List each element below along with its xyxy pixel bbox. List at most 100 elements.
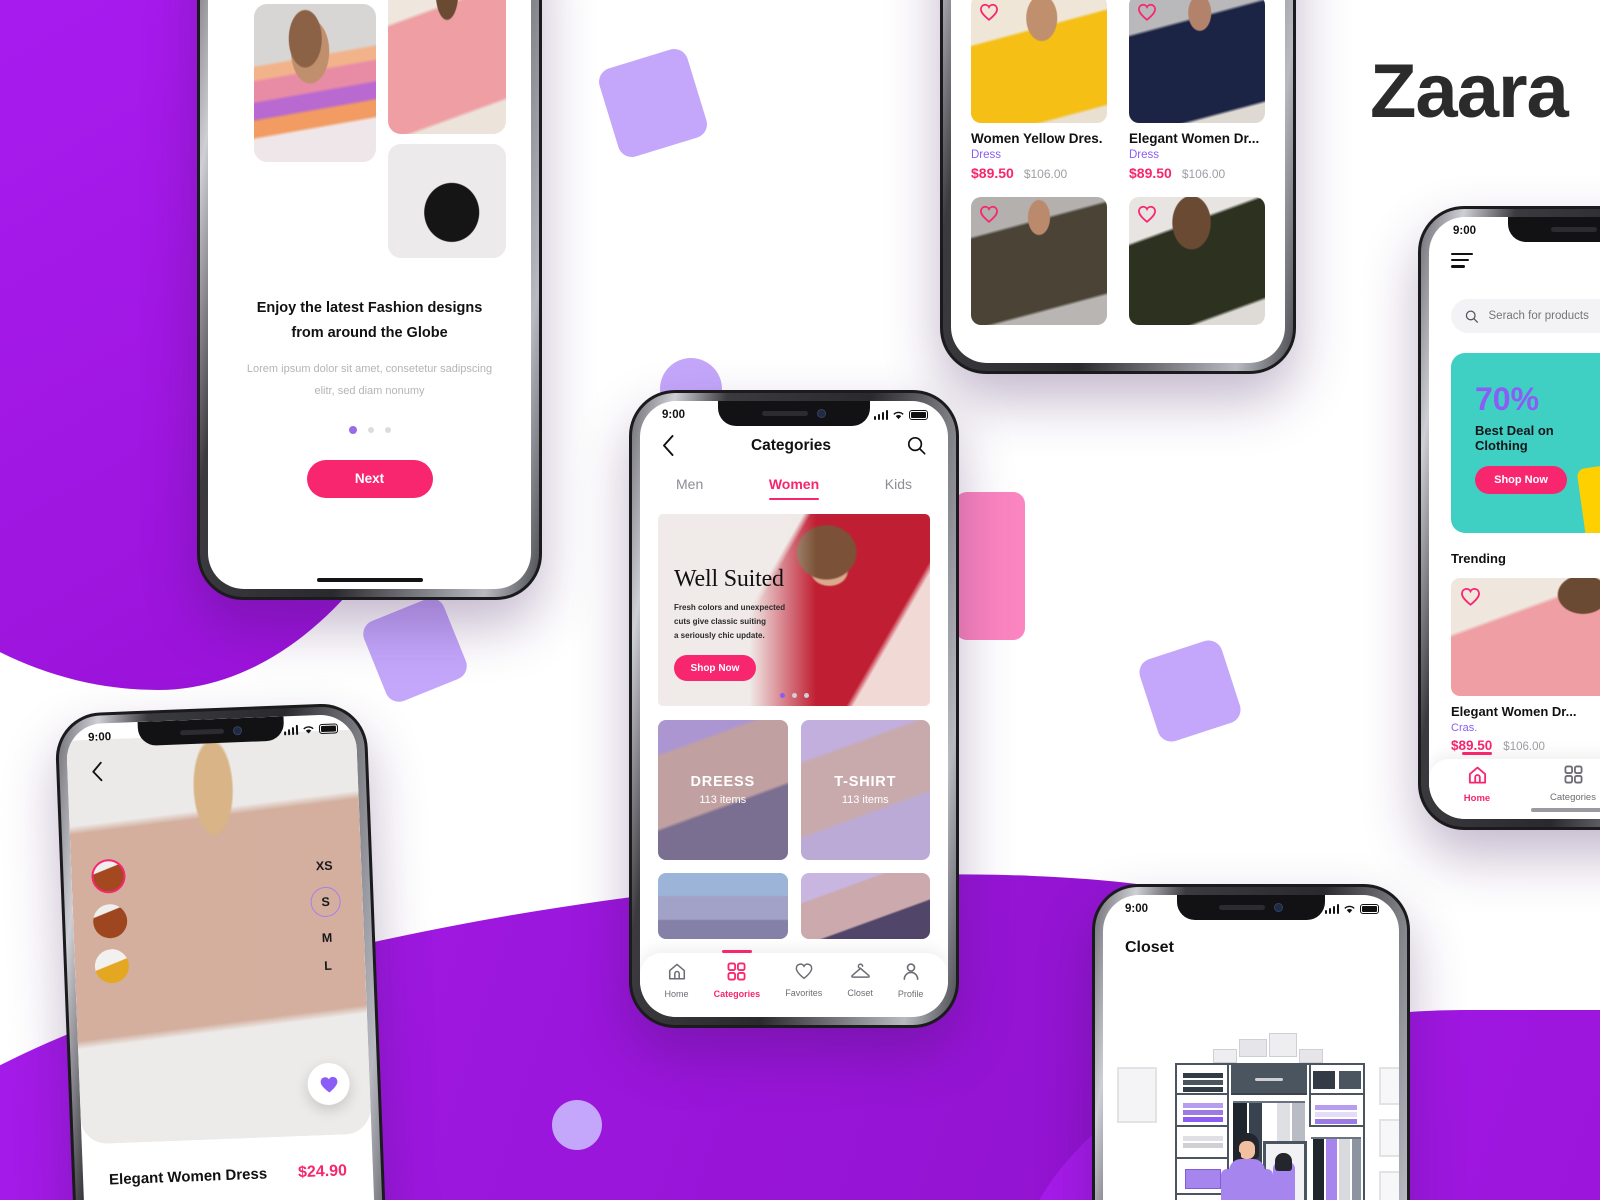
gender-tabs: Men Women Kids [640, 456, 948, 501]
pager-dot-active[interactable] [779, 693, 785, 699]
trending-card[interactable]: Elegant Women Dr... Cras. $89.50 $106.00 [1451, 578, 1600, 753]
product-card[interactable] [1129, 197, 1265, 325]
promo-card[interactable]: 70% Best Deal on Clothing Shop Now [1451, 353, 1600, 533]
detail-title-row: Elegant Women Dress $24.90 [109, 1162, 348, 1189]
heart-icon [795, 963, 813, 980]
tile-caption: DREESS 113 items [658, 720, 788, 860]
size-label: M [321, 930, 333, 946]
speaker-grille [1551, 227, 1597, 232]
promo-percent: 70% [1475, 381, 1540, 417]
onboarding-pager-dots[interactable] [208, 425, 531, 434]
product-title: Women Yellow Dres. [971, 131, 1103, 146]
category-tile-3[interactable] [658, 873, 788, 940]
favorite-icon[interactable] [1460, 587, 1481, 606]
search-input[interactable] [1488, 310, 1600, 322]
category-tile-4[interactable] [800, 873, 930, 940]
next-button[interactable]: Next [306, 459, 433, 498]
search-bar[interactable] [1451, 299, 1600, 333]
phone-categories: 9:00 Categories Men Women Kids Well Suit… [629, 390, 959, 1028]
trending-image[interactable] [1451, 578, 1600, 696]
onboarding-headline: Enjoy the latest Fashion designs from ar… [208, 296, 531, 346]
grid-icon [727, 962, 746, 980]
battery-icon [318, 723, 339, 735]
nav-item-categories[interactable]: Categories [1525, 765, 1600, 803]
nav-item-home[interactable]: Home [1429, 751, 1525, 804]
nav-item-categories[interactable]: Categories [714, 949, 760, 999]
tab-women[interactable]: Women [768, 476, 820, 501]
size-option-s-selected[interactable]: S [310, 886, 342, 918]
hanger-icon [850, 963, 870, 978]
product-image[interactable] [971, 0, 1107, 123]
storage-box-dark [1339, 1071, 1361, 1089]
nav-item-profile[interactable]: Profile [898, 962, 923, 999]
pager-dot-active[interactable] [348, 425, 357, 434]
favorite-icon[interactable] [979, 3, 999, 21]
folded-clothes-purple [1315, 1112, 1357, 1117]
product-image[interactable] [971, 197, 1107, 325]
onboarding-image-man [254, 4, 376, 162]
product-image[interactable] [1129, 0, 1265, 123]
banner-shop-now-button[interactable]: Shop Now [674, 655, 756, 682]
drawer-handle [1255, 1078, 1283, 1081]
nav-label: Home [1463, 792, 1491, 804]
trending-old-price: $106.00 [1503, 741, 1545, 753]
nav-item-favorites[interactable]: Favorites [785, 962, 822, 998]
folded-clothes-purple [1315, 1105, 1357, 1110]
page-title: Closet [1125, 939, 1174, 956]
thumbnail[interactable] [92, 903, 128, 939]
product-price: $89.50 [1129, 165, 1172, 181]
favorite-icon[interactable] [979, 205, 999, 223]
product-name: Elegant Women Dress [108, 1165, 268, 1189]
category-tile-tshirt[interactable]: T-SHIRT 113 items [800, 720, 930, 861]
chevron-left-icon[interactable] [662, 435, 675, 456]
grid-icon [1564, 765, 1582, 784]
search-icon[interactable] [907, 436, 926, 455]
status-time: 9:00 [87, 731, 112, 744]
product-card[interactable]: Elegant Women Dr... Dress $89.50 $106.00 [1129, 0, 1265, 181]
size-label: L [323, 958, 333, 974]
tile-overlay [800, 873, 930, 940]
product-card[interactable]: Women Yellow Dres. Dress $89.50 $106.00 [971, 0, 1107, 181]
thumbnail-active[interactable] [90, 858, 127, 894]
pager-dot[interactable] [791, 693, 797, 699]
tab-label: Women [768, 476, 820, 492]
size-option-m[interactable]: M [322, 931, 333, 945]
product-old-price: $106.00 [1181, 167, 1226, 181]
folded-clothes-purple [1183, 1110, 1223, 1115]
notch [1177, 895, 1325, 920]
favorite-icon[interactable] [1137, 205, 1157, 223]
wall-frame-left [1117, 1067, 1157, 1123]
woman-arm [1261, 1169, 1273, 1200]
promo-banner[interactable]: Well Suited Fresh colors and unexpected … [658, 514, 930, 707]
hamburger-icon[interactable] [1451, 253, 1473, 268]
favorite-icon[interactable] [1137, 3, 1157, 21]
pager-dot[interactable] [367, 426, 374, 433]
banner-title: Well Suited [674, 566, 784, 593]
nav-item-closet[interactable]: Closet [847, 962, 873, 998]
tab-kids[interactable]: Kids [885, 476, 912, 500]
product-card[interactable] [971, 197, 1107, 325]
speaker-grille [179, 728, 225, 735]
banner-pager-dots[interactable] [658, 693, 930, 699]
home-indicator [1531, 808, 1600, 812]
tab-men[interactable]: Men [676, 476, 703, 500]
chevron-left-icon[interactable] [91, 761, 104, 782]
hanging-garment [1339, 1139, 1350, 1200]
size-option-xs[interactable]: XS [316, 859, 333, 874]
thumbnail[interactable] [94, 948, 130, 984]
front-camera [1274, 903, 1283, 912]
pager-dot[interactable] [803, 693, 809, 699]
pager-dot[interactable] [384, 426, 391, 433]
promo-shop-now-button[interactable]: Shop Now [1475, 466, 1567, 494]
size-option-l[interactable]: L [324, 959, 332, 973]
product-category: Dress [971, 149, 1002, 161]
category-tile-dreess[interactable]: DREESS 113 items [658, 720, 788, 861]
nav-active-indicator [721, 949, 752, 953]
banner-body-line-3: a seriously chic update. [674, 631, 765, 641]
storage-box-top [1239, 1039, 1267, 1057]
phone-home: 9:00 Your Flo [1418, 206, 1600, 830]
product-image[interactable] [1129, 197, 1265, 325]
nav-item-home[interactable]: Home [665, 962, 689, 999]
bottom-nav: Home Categories Favorites Closet Profile [640, 949, 948, 1017]
closet-illustration [1103, 1033, 1399, 1200]
